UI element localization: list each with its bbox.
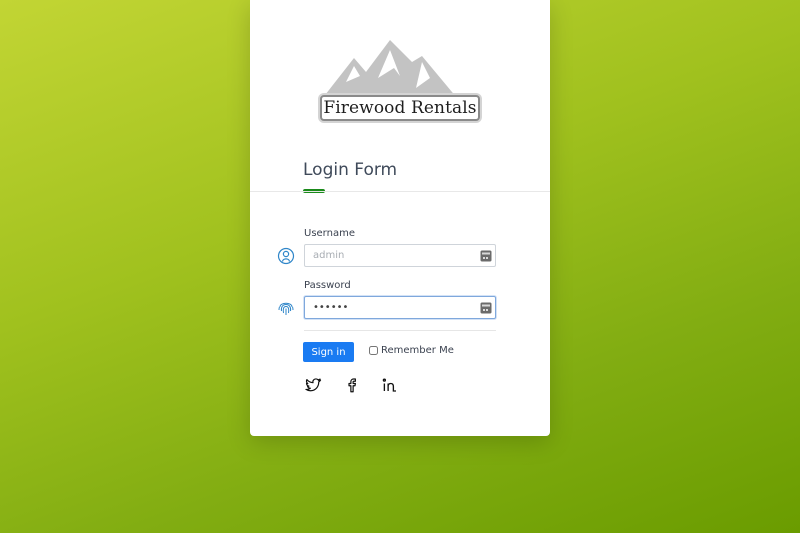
password-input[interactable] <box>304 296 496 319</box>
fingerprint-icon <box>278 302 294 315</box>
username-input[interactable] <box>304 244 496 267</box>
password-manager-key-icon[interactable] <box>480 302 492 314</box>
remember-me-label: Remember Me <box>381 345 454 356</box>
user-circle-icon <box>277 247 295 265</box>
username-label: Username <box>304 228 355 239</box>
page-title: Login Form <box>303 160 398 180</box>
sign-in-button[interactable]: Sign in <box>303 342 354 362</box>
header-divider <box>250 191 550 192</box>
login-card: Firewood Rentals Login Form Username Pas… <box>250 0 550 436</box>
password-manager-key-icon[interactable] <box>480 250 492 262</box>
brand-name: Firewood Rentals <box>320 95 480 121</box>
brand-logo: Firewood Rentals <box>316 38 484 126</box>
facebook-icon[interactable] <box>343 376 361 394</box>
linkedin-icon[interactable] <box>381 376 399 394</box>
form-divider <box>304 330 496 331</box>
twitter-icon[interactable] <box>304 376 322 394</box>
remember-me[interactable]: Remember Me <box>369 345 454 356</box>
remember-me-checkbox[interactable] <box>369 346 378 355</box>
password-label: Password <box>304 280 351 291</box>
